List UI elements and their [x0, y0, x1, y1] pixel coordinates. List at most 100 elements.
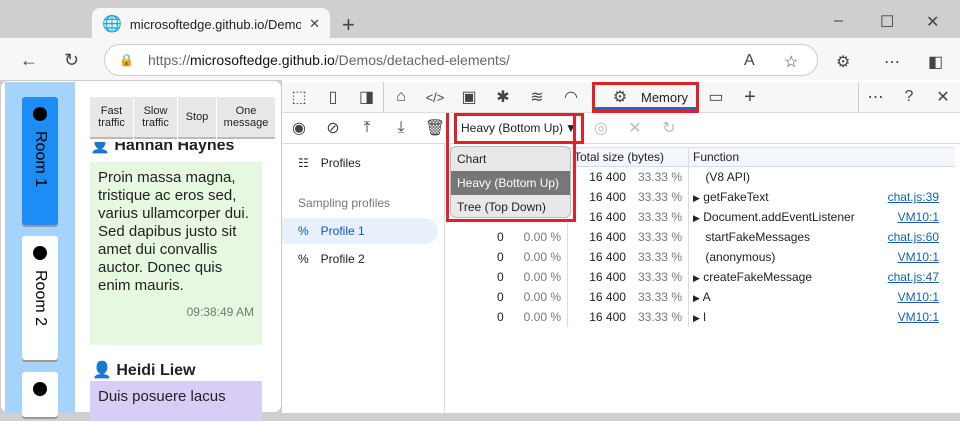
- fast-traffic-button[interactable]: Fast traffic: [90, 97, 133, 139]
- source-link[interactable]: chat.js:47: [888, 270, 939, 284]
- device-emulation-icon[interactable]: ▯: [316, 82, 350, 112]
- function-cell: ▶ A VM10:1: [693, 290, 939, 304]
- traffic-buttons: Fast traffic Slow traffic Stop One messa…: [90, 97, 275, 139]
- devtools-tabs: ⬚ ▯ ◨ ⌂ </> ▣ ✱ ≋ ◠ ⚙ Memory ▭ + ⋯ ? ✕: [282, 81, 960, 113]
- view-select[interactable]: Heavy (Bottom Up) ▼: [454, 112, 584, 144]
- message-bubble: Duis posuere lacus: [90, 381, 262, 421]
- view-select-value: Heavy (Bottom Up): [461, 121, 564, 135]
- inspect-icon[interactable]: ⬚: [282, 82, 316, 112]
- room-3-tab[interactable]: [22, 372, 58, 417]
- sources-bug-icon[interactable]: ✱: [486, 82, 520, 112]
- welcome-home-icon[interactable]: ⌂: [384, 82, 418, 112]
- table-row[interactable]: 0 0.00 % 16 400 33.33 % startFakeMessages c…: [447, 227, 955, 247]
- total-size-cell: 16 400 33.33 %: [568, 167, 689, 187]
- close-devtools-icon[interactable]: ✕: [926, 82, 960, 112]
- total-size-header[interactable]: Total size (bytes): [568, 148, 689, 166]
- total-size-cell: 16 400 33.33 %: [568, 207, 689, 227]
- room-label: Room 2: [32, 270, 49, 327]
- slow-traffic-button[interactable]: Slow traffic: [134, 97, 177, 139]
- restore-icon[interactable]: ↻: [652, 118, 686, 138]
- option-chart[interactable]: Chart: [451, 147, 570, 171]
- function-cell: startFakeMessages chat.js:60: [705, 230, 939, 244]
- save-profile-icon[interactable]: ⤓: [384, 119, 418, 137]
- url-text: https://microsoftedge.github.io/Demos/de…: [147, 52, 510, 68]
- message-text: Duis posuere lacus: [98, 388, 226, 405]
- minimize-icon[interactable]: –: [834, 12, 843, 30]
- close-tab-icon[interactable]: ✕: [309, 16, 320, 32]
- expand-triangle-icon[interactable]: ▶: [693, 273, 700, 283]
- expand-triangle-icon[interactable]: ▶: [693, 313, 700, 323]
- extensions-icon[interactable]: ⚙: [836, 52, 850, 72]
- one-message-button[interactable]: One message: [217, 97, 275, 139]
- function-cell: ▶ createFakeMessage chat.js:47: [693, 270, 939, 284]
- application-icon[interactable]: ▭: [699, 82, 733, 112]
- performance-gauge-icon[interactable]: ◠: [554, 82, 588, 112]
- option-tree-top-down[interactable]: Tree (Top Down): [451, 195, 570, 217]
- record-icon[interactable]: ◉: [282, 118, 316, 138]
- clear-icon[interactable]: ⊘: [316, 118, 350, 138]
- dropdown-arrow-icon: ▼: [565, 121, 577, 135]
- profiles-heading: ☷ Profiles: [298, 156, 361, 170]
- help-icon[interactable]: ?: [892, 82, 926, 112]
- more-options-icon[interactable]: ⋯: [858, 82, 892, 112]
- exclude-icon[interactable]: ✕: [618, 118, 652, 138]
- expand-triangle-icon[interactable]: ▶: [693, 293, 700, 303]
- load-profile-icon[interactable]: ⤒: [350, 119, 384, 137]
- memory-toolbar: ◉ ⊘ ⤒ ⤓ 🗑 Heavy (Bottom Up) ▼ ◎ ✕ ↻: [282, 112, 960, 144]
- table-row[interactable]: 0 0.00 % 16 400 33.33 % ▶ A VM10:1: [447, 287, 955, 307]
- delete-icon[interactable]: 🗑: [418, 118, 452, 138]
- tab-memory[interactable]: ⚙ Memory: [592, 81, 699, 113]
- function-cell: ▶ l VM10:1: [693, 310, 939, 324]
- source-link[interactable]: chat.js:39: [888, 190, 939, 204]
- room-2-tab[interactable]: Room 2: [22, 236, 58, 360]
- console-icon[interactable]: ▣: [452, 82, 486, 112]
- function-cell: ▶ getFakeText chat.js:39: [693, 190, 939, 204]
- dock-icon[interactable]: ◨: [350, 82, 384, 112]
- table-row[interactable]: 0 0.00 % 16 400 33.33 % ▶ l VM10:1: [447, 307, 955, 327]
- self-size-cell: 0 0.00 %: [447, 307, 568, 327]
- table-row[interactable]: 0 0.00 % 16 400 33.33 % (anonymous) VM10:1: [447, 247, 955, 267]
- source-link[interactable]: VM10:1: [898, 290, 939, 304]
- favorite-star-icon[interactable]: ☆: [784, 52, 798, 72]
- sampling-profiles-label: Sampling profiles: [298, 196, 391, 210]
- profile-icon: %: [298, 252, 309, 266]
- browser-tab[interactable]: 🌐 microsoftedge.github.io/Demos/d ✕: [92, 8, 330, 40]
- stop-button[interactable]: Stop: [178, 97, 216, 139]
- view-dropdown-list: Chart Heavy (Bottom Up) Tree (Top Down): [450, 146, 571, 218]
- more-menu-icon[interactable]: ⋯: [884, 52, 900, 72]
- globe-icon: 🌐: [102, 16, 122, 33]
- refresh-icon[interactable]: ↻: [64, 50, 79, 71]
- memory-chip-icon: ⚙: [612, 89, 628, 106]
- network-wifi-icon[interactable]: ≋: [520, 82, 554, 112]
- table-row[interactable]: 0 0.00 % 16 400 33.33 % ▶ createFakeMessag…: [447, 267, 955, 287]
- tab-label: Memory: [641, 89, 688, 105]
- new-tab-icon[interactable]: +: [342, 12, 355, 38]
- source-link[interactable]: VM10:1: [898, 310, 939, 324]
- option-heavy-bottom-up[interactable]: Heavy (Bottom Up): [451, 171, 570, 195]
- maximize-icon[interactable]: ☐: [880, 12, 894, 32]
- message-text: Proin massa magna, tristique ac eros sed…: [98, 169, 249, 294]
- source-link[interactable]: chat.js:60: [888, 230, 939, 244]
- source-link[interactable]: VM10:1: [898, 210, 939, 224]
- room-label: Room 1: [32, 131, 49, 188]
- address-bar[interactable]: 🔒 https://microsoftedge.github.io/Demos/…: [104, 44, 818, 76]
- back-icon[interactable]: ←: [20, 50, 38, 71]
- close-window-icon[interactable]: ✕: [926, 12, 939, 32]
- function-cell: ▶ Document.addEventListener VM10:1: [693, 210, 939, 224]
- lock-icon: 🔒: [119, 53, 134, 67]
- more-tools-plus-icon[interactable]: +: [733, 82, 767, 112]
- function-cell: (V8 API): [705, 170, 751, 184]
- expand-triangle-icon[interactable]: ▶: [693, 213, 700, 223]
- total-size-cell: 16 400 33.33 %: [568, 227, 689, 247]
- function-header[interactable]: Function: [689, 148, 955, 166]
- message-bubble: Proin massa magna, tristique ac eros sed…: [90, 162, 262, 345]
- room-1-tab[interactable]: Room 1: [22, 97, 58, 225]
- expand-triangle-icon[interactable]: ▶: [693, 193, 700, 203]
- profile-2-item[interactable]: % Profile 2: [282, 246, 438, 272]
- read-aloud-icon[interactable]: A: [744, 52, 755, 70]
- focus-eye-icon[interactable]: ◎: [584, 118, 618, 138]
- sidebar-toggle-icon[interactable]: ◧: [928, 52, 943, 72]
- profile-1-item[interactable]: % Profile 1: [282, 218, 438, 244]
- source-link[interactable]: VM10:1: [898, 250, 939, 264]
- elements-icon[interactable]: </>: [418, 82, 452, 112]
